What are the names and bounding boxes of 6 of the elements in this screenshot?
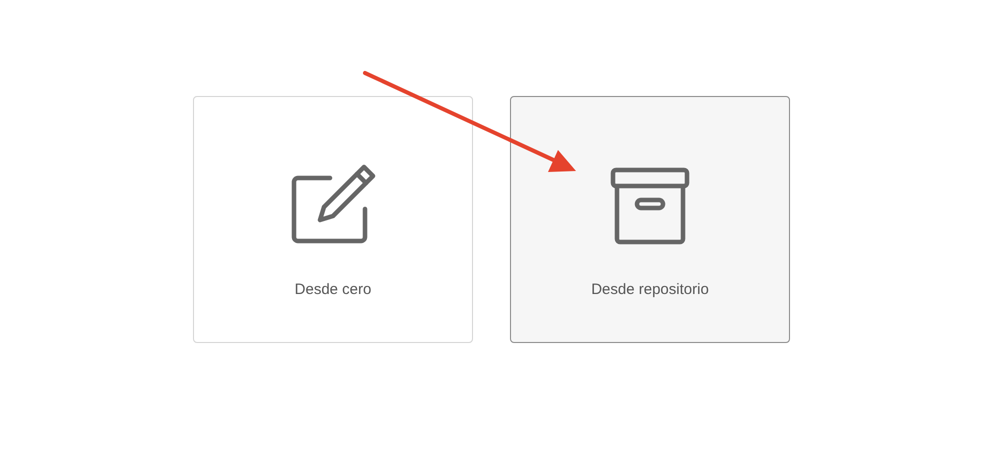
option-card[interactable]: Desde cero bbox=[193, 96, 473, 343]
option-label: Desde cero bbox=[294, 280, 372, 300]
pencil-square-icon bbox=[290, 163, 376, 245]
archive-box-icon bbox=[610, 167, 690, 245]
option-card[interactable]: Desde repositorio bbox=[510, 96, 790, 343]
option-label: Desde repositorio bbox=[591, 280, 709, 300]
